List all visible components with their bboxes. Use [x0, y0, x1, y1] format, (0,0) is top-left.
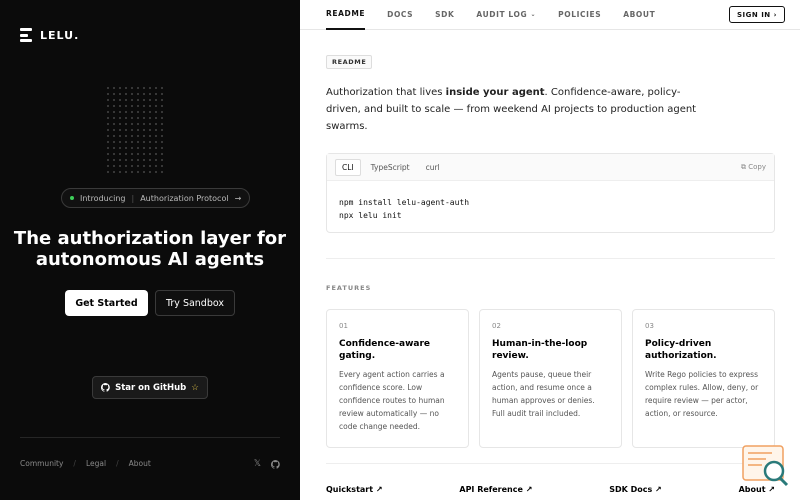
code-tab-cli[interactable]: CLI — [335, 158, 361, 176]
pill-intro: Introducing — [80, 193, 126, 203]
feature-title: Policy-driven authorization. — [645, 339, 717, 361]
feature-description: Agents pause, queue their action, and re… — [492, 370, 595, 418]
tab-docs[interactable]: DOCS — [387, 0, 413, 30]
copy-label: Copy — [748, 162, 766, 171]
footer-divider — [20, 437, 280, 438]
try-sandbox-button[interactable]: Try Sandbox — [155, 290, 235, 316]
x-icon[interactable]: 𝕏 — [254, 459, 261, 469]
readme-badge: README — [326, 55, 373, 69]
brand-name: LELU. — [40, 28, 80, 42]
feature-number: 02 — [492, 322, 501, 330]
copy-icon: ⧉ — [741, 162, 746, 171]
headline-line-2: autonomous AI agents — [35, 249, 265, 270]
link-api-reference[interactable]: API Reference ↗ — [459, 485, 532, 494]
tab-sdk[interactable]: SDK — [435, 0, 454, 30]
feature-number: 03 — [645, 322, 654, 330]
pill-label: Authorization Protocol — [140, 193, 229, 203]
link-sdk-docs[interactable]: SDK Docs ↗ — [609, 485, 662, 494]
feature-card: 02 Human-in-the-loop review. Agents paus… — [479, 309, 622, 448]
feature-number: 01 — [339, 322, 348, 330]
section-divider — [326, 258, 775, 259]
features-label: FEATURES — [326, 284, 372, 292]
chevron-down-icon: ⌄ — [530, 11, 537, 18]
copy-button[interactable]: ⧉ Copy — [741, 163, 766, 172]
feature-description: Write Rego policies to express complex r… — [645, 370, 759, 418]
status-dot-icon — [70, 196, 74, 200]
github-label: Star on GitHub — [115, 382, 187, 393]
link-quickstart[interactable]: Quickstart ↗ — [326, 485, 383, 494]
footer-separator: / — [73, 459, 76, 468]
tab-policies[interactable]: POLICIES — [558, 0, 601, 30]
footer-link-community[interactable]: Community — [20, 459, 63, 468]
dot-grid-decoration — [105, 85, 165, 175]
sign-in-button[interactable]: SIGN IN › — [729, 6, 785, 23]
top-nav: README DOCS SDK AUDIT LOG ⌄ POLICIES ABO… — [300, 0, 800, 30]
feature-card: 01 Confidence-aware gating. Every agent … — [326, 309, 469, 448]
intro-bold: inside your agent — [445, 87, 545, 98]
headline-line-1: The authorization layer for — [13, 228, 287, 249]
readme-intro: Authorization that lives inside your age… — [326, 84, 706, 135]
code-tab-typescript[interactable]: TypeScript — [365, 160, 416, 175]
hero-panel: LELU. Introducing | Authorization Protoc… — [0, 0, 300, 500]
feature-title: Confidence-aware gating. — [339, 339, 430, 361]
code-content: npm install lelu-agent-auth npx lelu ini… — [327, 181, 774, 237]
pill-separator: | — [131, 193, 135, 203]
footer-link-about[interactable]: About — [129, 459, 151, 468]
star-icon: ☆ — [191, 382, 199, 393]
section-divider — [326, 463, 775, 464]
footer-separator: / — [116, 459, 119, 468]
footer-link-legal[interactable]: Legal — [86, 459, 106, 468]
brand-logo[interactable]: LELU. — [20, 28, 79, 42]
hero-headline: The authorization layer for autonomous A… — [0, 228, 300, 270]
github-small-icon[interactable] — [271, 460, 280, 469]
logo-icon — [20, 28, 32, 42]
intro-pre: Authorization that lives — [326, 87, 446, 98]
social-links: 𝕏 — [254, 459, 280, 469]
search-document-icon[interactable] — [742, 445, 790, 489]
bottom-links: Quickstart ↗ API Reference ↗ SDK Docs ↗ … — [326, 485, 775, 494]
code-block: CLI TypeScript curl ⧉ Copy npm install l… — [326, 153, 775, 233]
feature-title: Human-in-the-loop review. — [492, 339, 588, 361]
code-line: npx lelu init — [339, 211, 402, 220]
arrow-right-icon: → — [234, 193, 242, 203]
tab-about[interactable]: ABOUT — [623, 0, 655, 30]
tab-readme[interactable]: README — [326, 0, 366, 30]
feature-card: 03 Policy-driven authorization. Write Re… — [632, 309, 775, 448]
intro-pill[interactable]: Introducing | Authorization Protocol → — [61, 188, 251, 208]
code-tabs: CLI TypeScript curl ⧉ Copy — [327, 154, 774, 181]
code-line: npm install lelu-agent-auth — [339, 198, 470, 207]
code-tab-curl[interactable]: curl — [420, 160, 446, 175]
feature-description: Every agent action carries a confidence … — [339, 370, 445, 431]
get-started-button[interactable]: Get Started — [65, 290, 148, 316]
tab-audit-log[interactable]: AUDIT LOG ⌄ — [476, 0, 536, 30]
github-icon — [101, 383, 110, 392]
star-github-button[interactable]: Star on GitHub ☆ — [92, 376, 208, 399]
left-footer-links: Community / Legal / About — [20, 459, 151, 468]
tab-audit-log-label: AUDIT LOG — [476, 10, 528, 19]
